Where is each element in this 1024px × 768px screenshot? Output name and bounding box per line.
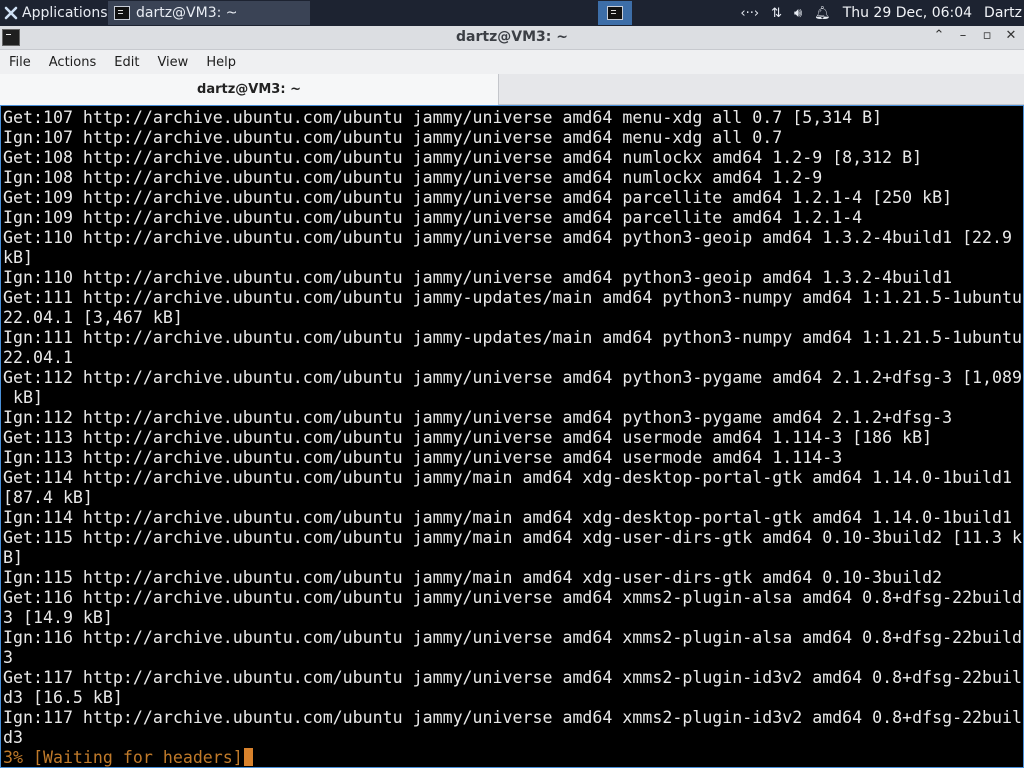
- notification-bell-icon[interactable]: 🔔︎: [814, 6, 831, 21]
- network-icon[interactable]: ‹··›: [740, 6, 759, 21]
- terminal-line: Get:112 http://archive.ubuntu.com/ubuntu…: [3, 368, 1023, 387]
- terminal-line: Ign:116 http://archive.ubuntu.com/ubuntu…: [3, 628, 1023, 647]
- terminal-line: Ign:113 http://archive.ubuntu.com/ubuntu…: [3, 448, 843, 467]
- terminal-cursor: [243, 748, 253, 766]
- terminal-text: Get:107 http://archive.ubuntu.com/ubuntu…: [3, 108, 1023, 767]
- terminal-line: Ign:111 http://archive.ubuntu.com/ubuntu…: [3, 328, 1023, 347]
- chevron-up-icon[interactable]: ⌃: [932, 28, 946, 43]
- menu-help[interactable]: Help: [197, 55, 245, 70]
- terminal-icon: [114, 6, 130, 20]
- maximize-button[interactable]: ▫: [980, 28, 994, 43]
- taskbar-window-button[interactable]: dartz@VM3: ~: [108, 1, 310, 25]
- terminal-line: Get:115 http://archive.ubuntu.com/ubuntu…: [3, 528, 1023, 547]
- terminal-line: d3 [16.5 kB]: [3, 688, 123, 707]
- terminal-line: B]: [3, 548, 23, 567]
- terminal-line: Ign:108 http://archive.ubuntu.com/ubuntu…: [3, 168, 823, 187]
- terminal-line: Get:108 http://archive.ubuntu.com/ubuntu…: [3, 148, 923, 167]
- terminal-line: [87.4 kB]: [3, 488, 93, 507]
- terminal-line: 22.04.1: [3, 348, 73, 367]
- workspace-switcher-button[interactable]: [598, 1, 632, 25]
- applications-menu-button[interactable]: Applications: [0, 0, 114, 26]
- close-button[interactable]: ✕: [1004, 28, 1018, 43]
- terminal-line: Get:110 http://archive.ubuntu.com/ubuntu…: [3, 228, 1013, 247]
- terminal-line: Get:109 http://archive.ubuntu.com/ubuntu…: [3, 188, 953, 207]
- terminal-window: dartz@VM3: ~ ⌃ – ▫ ✕ File Actions Edit V…: [0, 26, 1024, 768]
- window-title: dartz@VM3: ~: [456, 29, 568, 45]
- menu-view[interactable]: View: [148, 55, 197, 70]
- terminal-line: kB]: [3, 248, 33, 267]
- terminal-line: 22.04.1 [3,467 kB]: [3, 308, 183, 327]
- status-text: 3% [Waiting for headers]: [3, 748, 243, 767]
- terminal-line: Ign:110 http://archive.ubuntu.com/ubuntu…: [3, 268, 953, 287]
- terminal-icon: [607, 6, 623, 20]
- terminal-line: Ign:114 http://archive.ubuntu.com/ubuntu…: [3, 508, 1013, 527]
- terminal-line: Ign:112 http://archive.ubuntu.com/ubuntu…: [3, 408, 953, 427]
- terminal-output[interactable]: Get:107 http://archive.ubuntu.com/ubuntu…: [0, 105, 1024, 768]
- menu-actions[interactable]: Actions: [40, 55, 106, 70]
- terminal-line: Get:116 http://archive.ubuntu.com/ubuntu…: [3, 588, 1023, 607]
- terminal-line: Ign:109 http://archive.ubuntu.com/ubuntu…: [3, 208, 863, 227]
- tab-terminal[interactable]: dartz@VM3: ~: [0, 74, 499, 105]
- menu-bar: File Actions Edit View Help: [0, 50, 1024, 74]
- minimize-button[interactable]: –: [956, 28, 970, 43]
- terminal-line: Get:107 http://archive.ubuntu.com/ubuntu…: [3, 108, 883, 127]
- menu-edit[interactable]: Edit: [105, 55, 148, 70]
- user-menu[interactable]: Dartz: [984, 5, 1022, 21]
- taskbar-window-title: dartz@VM3: ~: [136, 5, 238, 21]
- terminal-line: Ign:107 http://archive.ubuntu.com/ubuntu…: [3, 128, 783, 147]
- terminal-line: Get:111 http://archive.ubuntu.com/ubuntu…: [3, 288, 1023, 307]
- terminal-line: Ign:115 http://archive.ubuntu.com/ubuntu…: [3, 568, 943, 587]
- terminal-line: kB]: [3, 388, 43, 407]
- terminal-line: Get:113 http://archive.ubuntu.com/ubuntu…: [3, 428, 933, 447]
- volume-icon[interactable]: 🔊︎: [794, 6, 802, 21]
- terminal-line: Get:117 http://archive.ubuntu.com/ubuntu…: [3, 668, 1023, 687]
- terminal-line: Ign:117 http://archive.ubuntu.com/ubuntu…: [3, 708, 1023, 727]
- terminal-line: d3: [3, 728, 23, 747]
- applications-label: Applications: [22, 5, 108, 21]
- window-controls: ⌃ – ▫ ✕: [932, 28, 1018, 43]
- transfer-icon[interactable]: ⇅: [771, 6, 782, 21]
- clock[interactable]: Thu 29 Dec, 06:04: [843, 5, 972, 21]
- terminal-line: 3 [14.9 kB]: [3, 608, 113, 627]
- top-panel: Applications dartz@VM3: ~ ‹··› ⇅ 🔊︎ 🔔︎ T…: [0, 0, 1024, 26]
- terminal-line: 3: [3, 648, 13, 667]
- system-tray: ‹··› ⇅ 🔊︎ 🔔︎ Thu 29 Dec, 06:04 Dartz: [740, 0, 1024, 26]
- tab-bar: dartz@VM3: ~: [0, 74, 1024, 105]
- menu-file[interactable]: File: [0, 55, 40, 70]
- progress-status-line: 3% [Waiting for headers]: [3, 748, 1023, 767]
- terminal-line: Get:114 http://archive.ubuntu.com/ubuntu…: [3, 468, 1013, 487]
- xfce-logo-icon: [4, 6, 18, 20]
- window-titlebar[interactable]: dartz@VM3: ~ ⌃ – ▫ ✕: [0, 26, 1024, 50]
